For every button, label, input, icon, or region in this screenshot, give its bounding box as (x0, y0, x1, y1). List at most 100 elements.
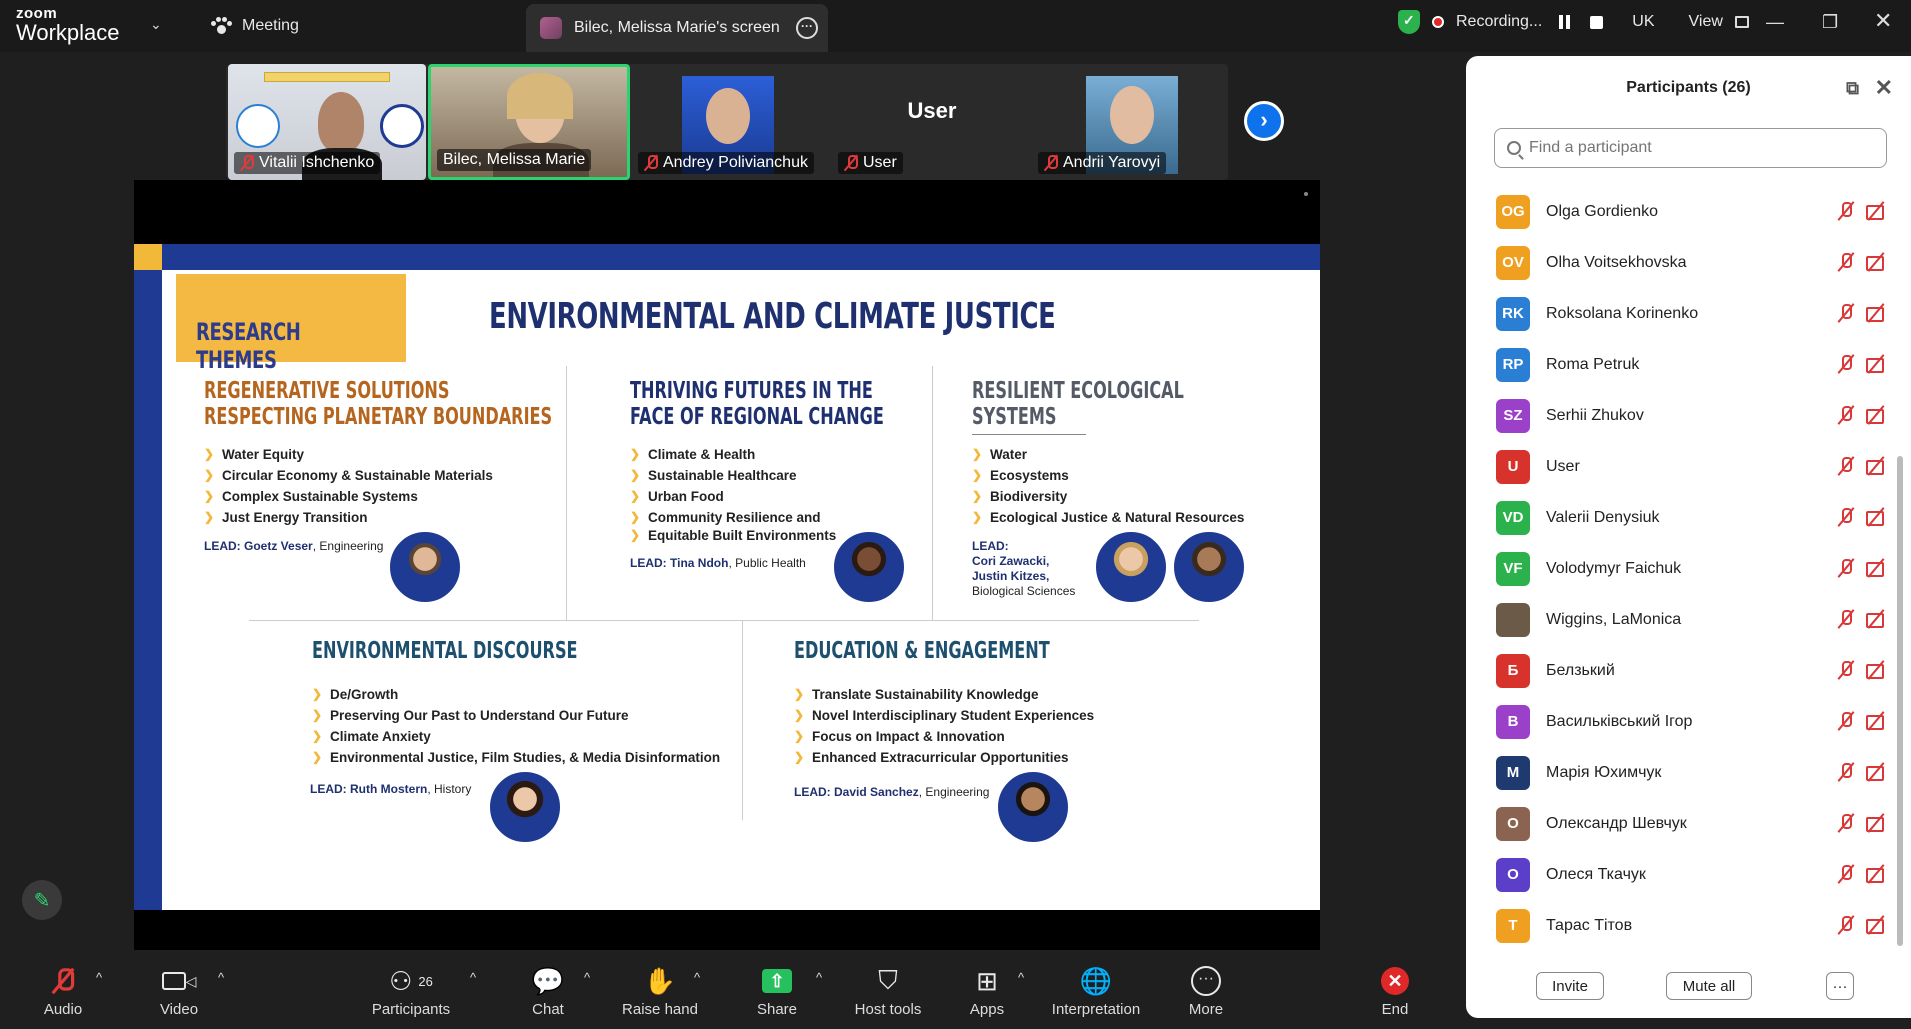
video-off-icon[interactable] (1866, 507, 1886, 527)
muted-mic-icon[interactable] (1836, 303, 1856, 323)
video-off-icon[interactable] (1866, 762, 1886, 782)
muted-mic-icon[interactable] (1836, 252, 1856, 272)
muted-mic-icon[interactable] (1836, 456, 1856, 476)
video-tile[interactable]: Andrey Polivianchuk (632, 64, 830, 180)
pop-out-icon[interactable]: ⧉ (1846, 78, 1859, 99)
share-options-caret-icon[interactable]: ^ (816, 970, 822, 985)
brand-top: zoom (16, 5, 58, 22)
chat-button[interactable]: 💬 Chat (528, 965, 568, 1019)
end-meeting-button[interactable]: ✕ End (1378, 965, 1412, 1018)
share-button[interactable]: ⇧ Share (752, 965, 802, 1018)
close-panel-icon[interactable]: ✕ (1875, 75, 1893, 101)
apps-options-caret-icon[interactable]: ^ (1018, 970, 1024, 985)
participant-row[interactable]: U User (1466, 441, 1896, 492)
lead-photo (834, 532, 904, 602)
video-tile-active-speaker[interactable]: Bilec, Melissa Marie (428, 64, 630, 180)
host-tools-button[interactable]: ⛉ Host tools (850, 965, 926, 1018)
participant-row[interactable]: RP Roma Petruk (1466, 339, 1896, 390)
muted-mic-icon[interactable] (1836, 915, 1856, 935)
view-grid-icon[interactable] (1734, 16, 1749, 28)
language-indicator[interactable]: UK (1632, 13, 1654, 31)
reactions-caret-icon[interactable]: ^ (694, 970, 700, 985)
muted-mic-icon[interactable] (1836, 711, 1856, 731)
mute-all-button[interactable]: Mute all (1666, 972, 1752, 1000)
apps-button[interactable]: ⊞ Apps (964, 965, 1010, 1019)
avatar: О (1496, 806, 1530, 841)
video-off-icon[interactable] (1866, 660, 1886, 680)
video-off-icon[interactable] (1866, 558, 1886, 578)
participant-row[interactable]: Т Тарас Тітов (1466, 900, 1896, 951)
minimize-icon[interactable]: — (1766, 12, 1784, 33)
meeting-tab[interactable]: Meeting (210, 12, 299, 40)
search-input[interactable] (1529, 139, 1849, 157)
video-off-icon[interactable] (1866, 303, 1886, 323)
muted-mic-icon[interactable] (1836, 354, 1856, 374)
chat-options-caret-icon[interactable]: ^ (584, 970, 590, 985)
video-off-icon[interactable] (1866, 813, 1886, 833)
participant-row[interactable]: SZ Serhii Zhukov (1466, 390, 1896, 441)
raise-hand-button[interactable]: ✋ Raise hand (620, 965, 700, 1019)
participant-row[interactable]: RK Roksolana Korinenko (1466, 288, 1896, 339)
participant-row[interactable]: М Марія Юхимчук (1466, 747, 1896, 798)
participant-row[interactable]: VD Valerii Denysiuk (1466, 492, 1896, 543)
zoom-logo[interactable]: zoom Workplace (16, 6, 120, 44)
muted-mic-icon[interactable] (1836, 405, 1856, 425)
video-off-icon[interactable] (1866, 915, 1886, 935)
participant-search[interactable] (1494, 128, 1887, 168)
participant-row[interactable]: Б Белзький (1466, 645, 1896, 696)
video-off-icon[interactable] (1866, 252, 1886, 272)
sharer-avatar (540, 17, 562, 39)
video-off-icon[interactable] (1866, 609, 1886, 629)
video-tile[interactable]: Vitalii Ishchenko (228, 64, 426, 180)
video-off-icon[interactable] (1866, 201, 1886, 221)
participant-row[interactable]: Wiggins, LaMonica (1466, 594, 1896, 645)
more-options-icon[interactable]: ··· (796, 17, 818, 39)
interpretation-button[interactable]: 🌐 Interpretation (1046, 965, 1146, 1019)
video-off-icon[interactable] (1866, 864, 1886, 884)
more-button[interactable]: ··· More (1184, 965, 1228, 1018)
panel-scrollbar[interactable] (1897, 456, 1903, 946)
invite-button[interactable]: Invite (1536, 972, 1604, 1000)
audio-button[interactable]: Audio (38, 965, 88, 1018)
video-button[interactable]: ◁ Video (154, 965, 204, 1018)
screen-share-tab[interactable]: Bilec, Melissa Marie's screen ··· (526, 4, 828, 52)
participant-row[interactable]: В Васильківський Ігор (1466, 696, 1896, 747)
participant-row[interactable]: О Олеся Ткачук (1466, 849, 1896, 900)
annotate-pencil-icon[interactable]: ✎ (22, 880, 62, 920)
slide-top-bar (134, 244, 1320, 270)
video-options-caret-icon[interactable]: ^ (218, 970, 224, 985)
video-off-icon[interactable] (1866, 354, 1886, 374)
list-item: Enhanced Extracurricular Opportunities (792, 747, 1094, 768)
muted-mic-icon[interactable] (1836, 762, 1856, 782)
pause-recording-button[interactable] (1554, 12, 1574, 32)
muted-mic-icon[interactable] (1836, 864, 1856, 884)
stop-recording-button[interactable] (1586, 12, 1606, 32)
video-tile[interactable]: User User (832, 64, 1032, 180)
muted-mic-icon[interactable] (1836, 507, 1856, 527)
muted-mic-icon[interactable] (1836, 609, 1856, 629)
participants-options-caret-icon[interactable]: ^ (470, 970, 476, 985)
audio-options-caret-icon[interactable]: ^ (96, 970, 102, 985)
next-page-arrow-icon[interactable]: › (1244, 101, 1284, 141)
participant-row[interactable]: О Олександр Шевчук (1466, 798, 1896, 849)
video-off-icon[interactable] (1866, 456, 1886, 476)
video-off-icon[interactable] (1866, 711, 1886, 731)
section-lead: LEAD: David Sanchez, Engineering (794, 785, 990, 799)
list-item: Urban Food (628, 486, 836, 507)
chevron-down-icon[interactable]: ⌄ (150, 16, 162, 33)
muted-mic-icon[interactable] (1836, 201, 1856, 221)
video-tile[interactable]: Andrii Yarovyi (1032, 64, 1228, 180)
restore-icon[interactable]: ❐ (1822, 12, 1838, 33)
security-shield-icon[interactable] (1398, 10, 1420, 34)
participant-row[interactable]: OG Olga Gordienko (1466, 186, 1896, 237)
muted-mic-icon[interactable] (1836, 558, 1856, 578)
muted-mic-icon[interactable] (1836, 660, 1856, 680)
view-button[interactable]: View (1689, 13, 1723, 31)
close-icon[interactable]: ✕ (1874, 8, 1892, 34)
video-off-icon[interactable] (1866, 405, 1886, 425)
participants-button[interactable]: ⚇ 26 Participants (368, 965, 454, 1019)
more-options-button[interactable]: ··· (1826, 972, 1854, 1000)
participant-row[interactable]: VF Volodymyr Faichuk (1466, 543, 1896, 594)
participant-row[interactable]: OV Olha Voitsekhovska (1466, 237, 1896, 288)
muted-mic-icon[interactable] (1836, 813, 1856, 833)
